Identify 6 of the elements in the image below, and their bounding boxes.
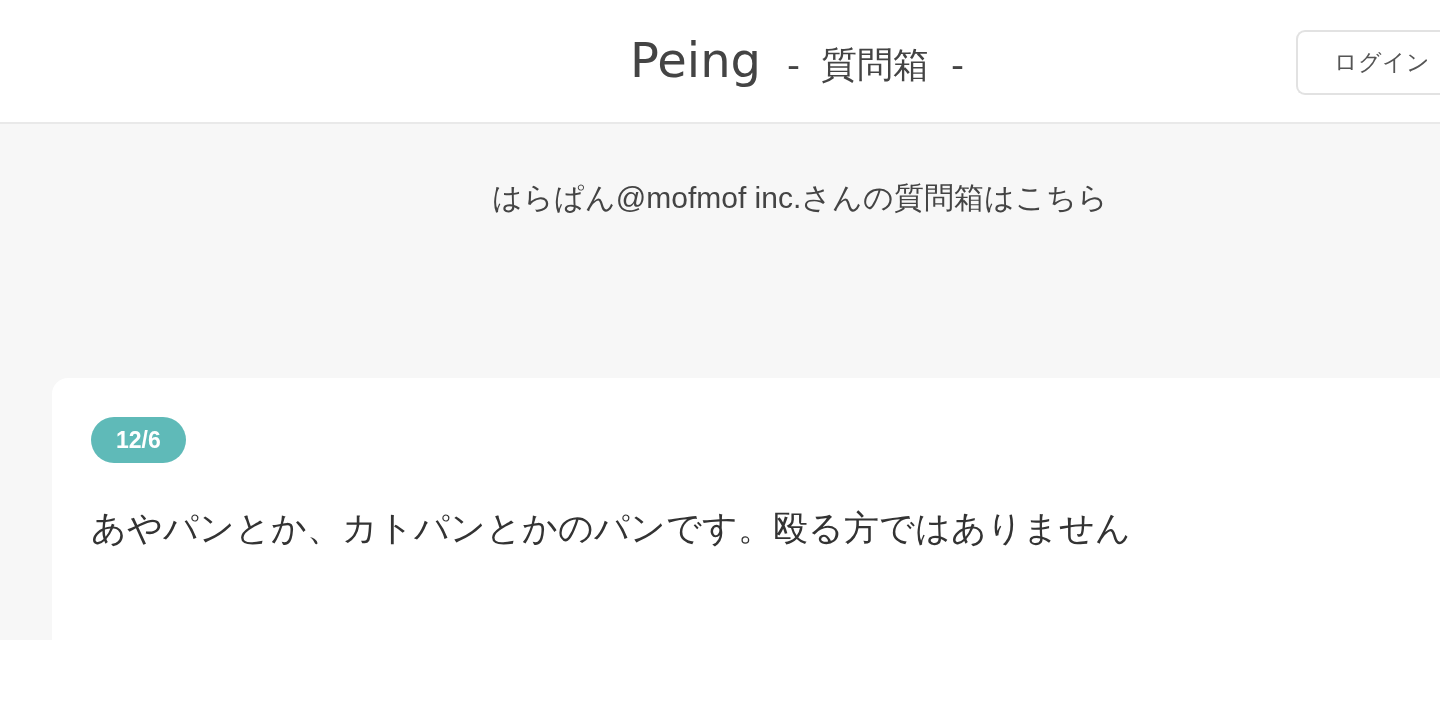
login-button[interactable]: ログイン [1296,30,1440,95]
owner-line: はらぱん@mofmof inc.さんの質問箱はこちら [491,180,1109,216]
date-badge: 12/6 [91,417,186,463]
tagline: - 質問箱 - [787,43,964,87]
logo: Peing [630,32,762,88]
question-text: あやパンとか、カトパンとかのパンです。殴る方ではありません [91,507,1131,549]
